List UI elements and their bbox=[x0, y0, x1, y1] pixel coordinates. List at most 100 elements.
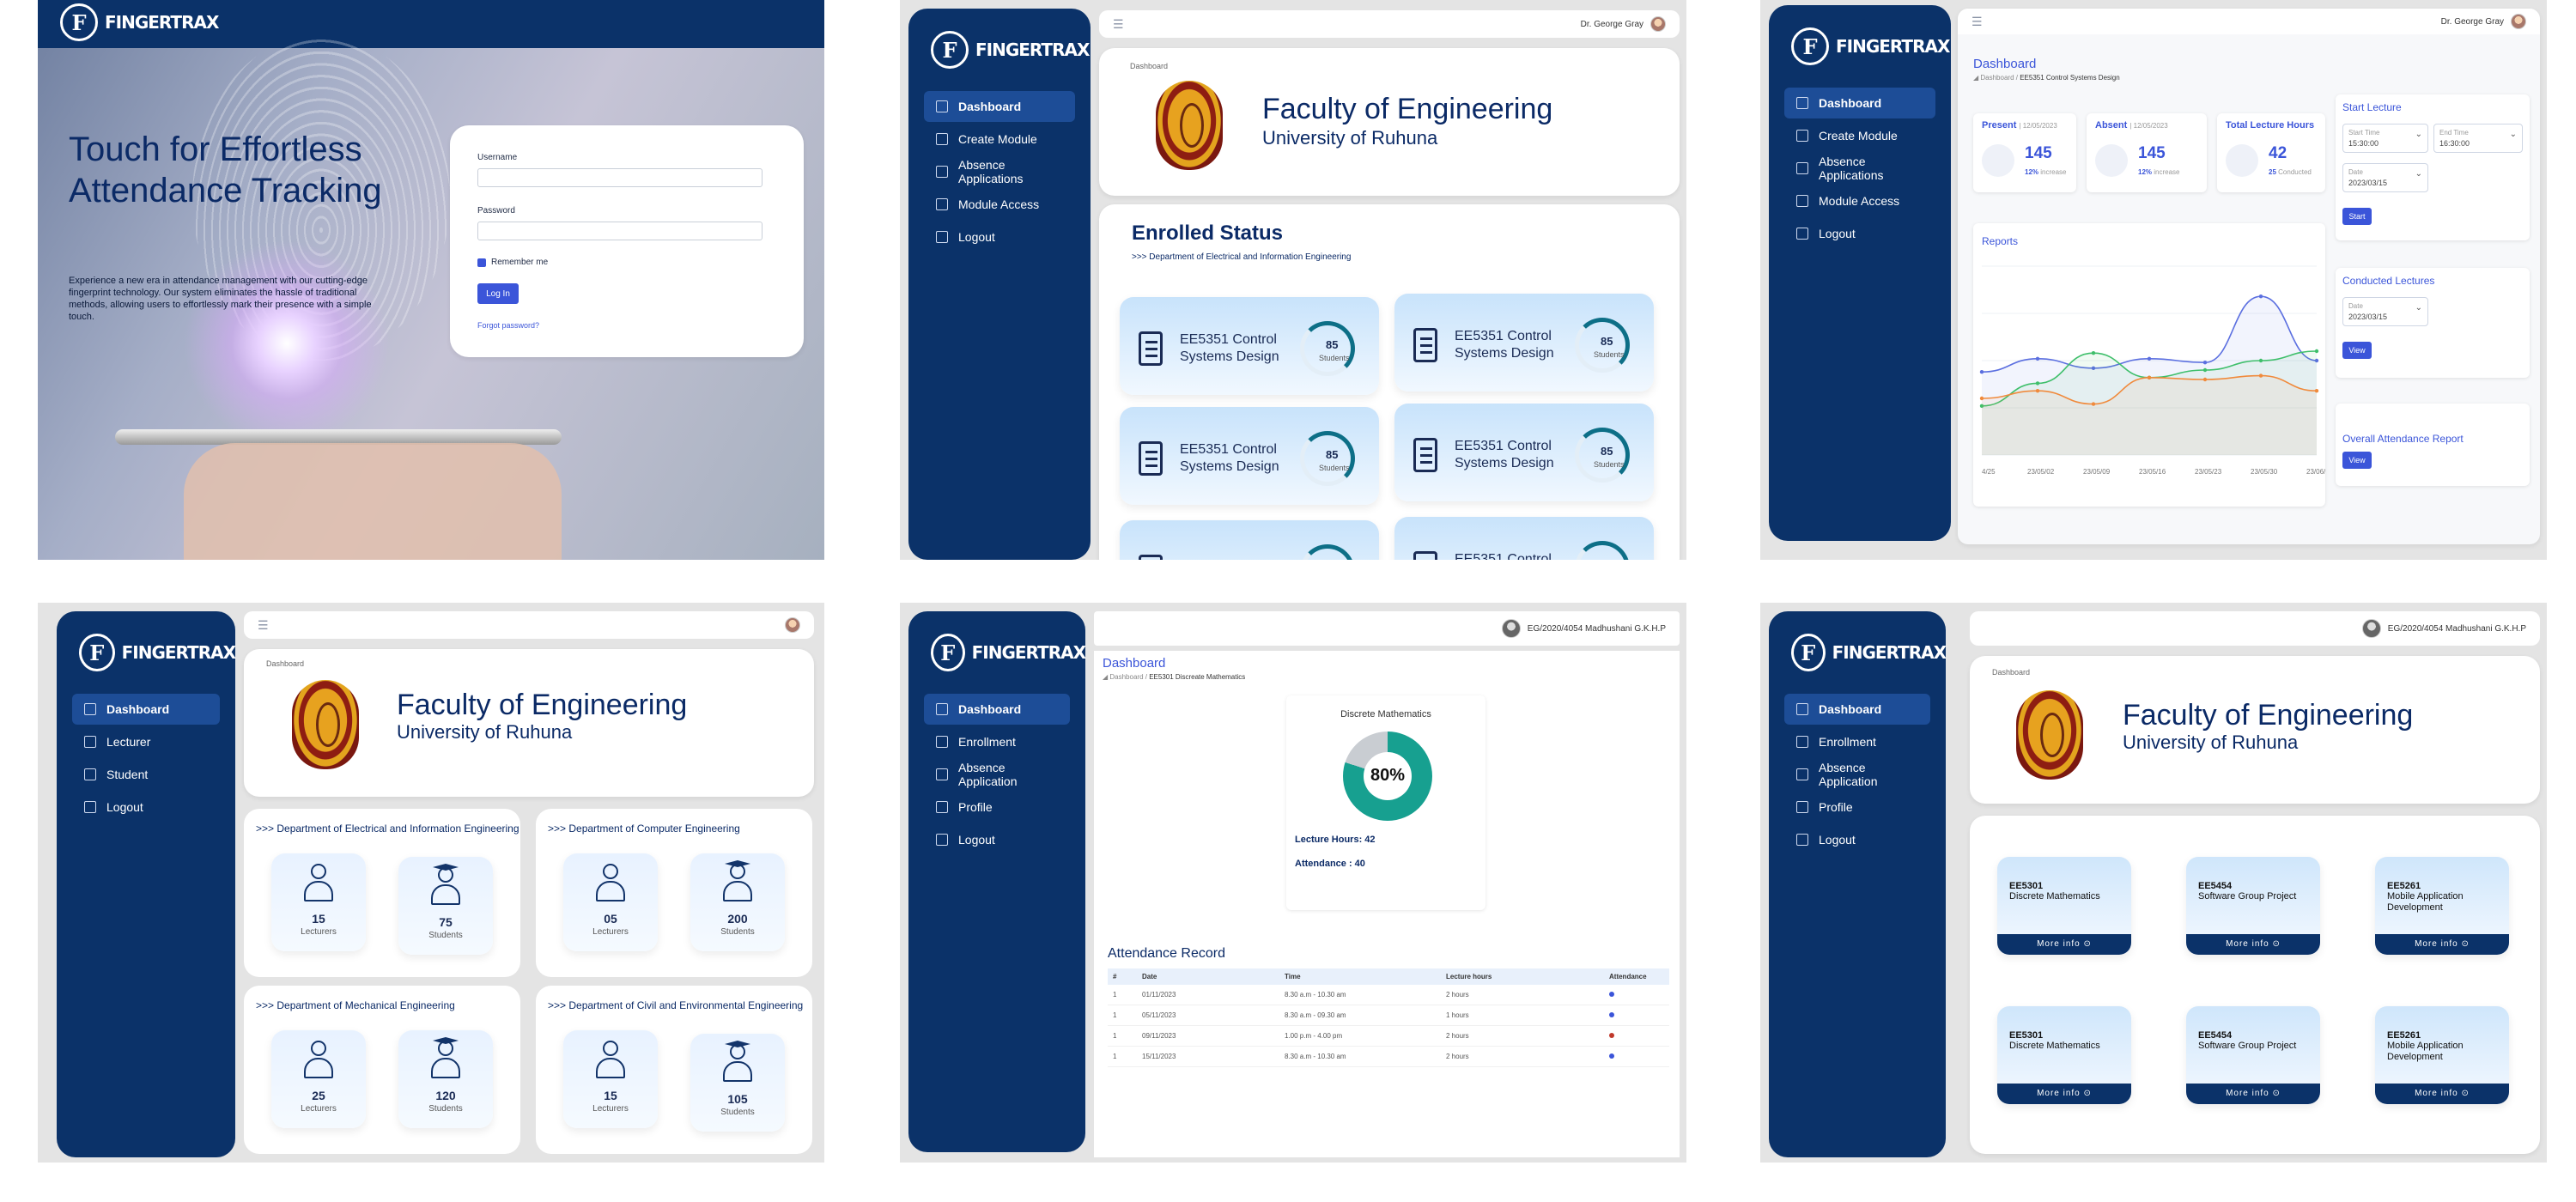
more-info-button[interactable]: More info ⊙ bbox=[2186, 934, 2320, 955]
page-title: Dashboard bbox=[1103, 656, 1166, 671]
remember-checkbox[interactable] bbox=[477, 258, 486, 267]
stat-label: Absent | 12/05/2023 bbox=[2095, 120, 2168, 131]
enrolled-department: >>> Department of Electrical and Informa… bbox=[1132, 252, 1352, 262]
sidebar-item-module-access[interactable]: Module Access bbox=[924, 189, 1075, 220]
x-tick-label: 23/05/02 bbox=[2027, 468, 2055, 476]
column-header: Attendance bbox=[1604, 968, 1669, 985]
module-code: EE5301 bbox=[2009, 881, 2044, 891]
breadcrumb-root[interactable]: Dashboard / bbox=[1109, 673, 1147, 681]
menu-icon[interactable]: ☰ bbox=[1971, 15, 1983, 29]
sidebar-item-absence-application[interactable]: Absence Application bbox=[924, 759, 1070, 790]
faculty-banner: Dashboard Faculty of Engineering Univers… bbox=[1970, 656, 2540, 804]
conducted-date-select[interactable]: Date 2023/03/15 bbox=[2342, 297, 2428, 326]
sidebar-item-profile[interactable]: Profile bbox=[924, 792, 1070, 823]
table-cell: 1 bbox=[1108, 1005, 1137, 1026]
sidebar-item-dashboard[interactable]: Dashboard bbox=[924, 694, 1070, 725]
sidebar-item-absence-applications[interactable]: Absence Applications bbox=[924, 156, 1075, 187]
more-info-button[interactable]: More info ⊙ bbox=[1997, 934, 2131, 955]
more-info-button[interactable]: More info ⊙ bbox=[2186, 1084, 2320, 1104]
table-cell: 8.30 a.m - 10.30 am bbox=[1279, 985, 1441, 1005]
nav-label: Enrollment bbox=[958, 735, 1016, 749]
sidebar-item-dashboard[interactable]: Dashboard bbox=[924, 91, 1075, 122]
module-card[interactable]: EE5454 Software Group Project More info ⊙ bbox=[2186, 1006, 2320, 1104]
start-time-select[interactable]: Start Time 15:30:00 bbox=[2342, 124, 2428, 153]
sidebar-item-absence-applications[interactable]: Absence Applications bbox=[1784, 153, 1935, 184]
module-card[interactable]: EE5301 Discrete Mathematics More info ⊙ bbox=[1997, 857, 2131, 955]
sidebar-item-profile[interactable]: Profile bbox=[1784, 792, 1930, 823]
sidebar-item-student[interactable]: Student bbox=[72, 759, 220, 790]
attendance-status-dot bbox=[1609, 1033, 1614, 1038]
module-enrollment-card[interactable]: EE5351 Control Systems Design 85 Student… bbox=[1120, 407, 1379, 505]
sidebar-item-create-module[interactable]: Create Module bbox=[1784, 120, 1935, 151]
login-button[interactable]: Log In bbox=[477, 283, 519, 304]
sidebar-item-enrollment[interactable]: Enrollment bbox=[924, 726, 1070, 757]
module-enrollment-card[interactable]: EE5351 Control bbox=[1394, 517, 1654, 560]
user-menu[interactable]: Dr. George Gray bbox=[2441, 14, 2526, 29]
lecturers-tile[interactable]: 15 Lecturers bbox=[563, 1030, 658, 1128]
date-select[interactable]: Date 2023/03/15 bbox=[2342, 163, 2428, 192]
module-card[interactable]: EE5261 Mobile Application Development More… bbox=[2375, 857, 2509, 955]
user-menu[interactable]: Dr. George Gray bbox=[1581, 16, 1666, 32]
menu-icon[interactable]: ☰ bbox=[1113, 17, 1124, 32]
username-input[interactable] bbox=[477, 168, 762, 187]
module-enrollment-card[interactable]: EE5351 Control Systems Design 85 Student… bbox=[1394, 404, 1654, 501]
sidebar-item-logout[interactable]: Logout bbox=[924, 824, 1070, 855]
students-tile[interactable]: 105 Students bbox=[690, 1034, 785, 1132]
password-input[interactable] bbox=[477, 222, 762, 240]
students-tile[interactable]: 200 Students bbox=[690, 853, 785, 951]
enrolled-title: Enrolled Status bbox=[1132, 222, 1284, 245]
avatar[interactable] bbox=[785, 617, 800, 633]
modules-panel: EE5301 Discrete Mathematics More info ⊙ EE5… bbox=[1970, 816, 2540, 1154]
user-name: Dr. George Gray bbox=[2440, 16, 2504, 27]
more-info-button[interactable]: More info ⊙ bbox=[2375, 934, 2509, 955]
sidebar-item-dashboard[interactable]: Dashboard bbox=[1784, 88, 1935, 118]
conducted-title: Conducted Lectures bbox=[2342, 275, 2435, 287]
remember-label: Remember me bbox=[491, 258, 549, 267]
view-overall-button[interactable]: View bbox=[2342, 452, 2372, 469]
user-menu[interactable]: EG/2020/4054 Madhushani G.K.H.P bbox=[1501, 619, 1666, 638]
start-button[interactable]: Start bbox=[2342, 208, 2372, 225]
module-card[interactable]: EE5301 Discrete Mathematics More info ⊙ bbox=[1997, 1006, 2131, 1104]
module-enrollment-card[interactable] bbox=[1120, 520, 1379, 560]
student-count: 105 bbox=[727, 1092, 748, 1106]
forgot-password-link[interactable]: Forgot password? bbox=[477, 321, 539, 330]
students-tile[interactable]: 75 Students bbox=[398, 857, 493, 955]
present-label: Present bbox=[1982, 120, 2017, 131]
breadcrumb-current: EE5351 Control Systems Design bbox=[2020, 74, 2120, 82]
breadcrumb-root[interactable]: Dashboard / bbox=[1980, 74, 2018, 82]
more-info-button[interactable]: More info ⊙ bbox=[1997, 1084, 2131, 1104]
view-conducted-button[interactable]: View bbox=[2342, 342, 2372, 359]
dashboard-icon bbox=[1796, 703, 1808, 715]
sidebar-item-logout[interactable]: Logout bbox=[72, 792, 220, 823]
sidebar-item-absence-application[interactable]: Absence Application bbox=[1784, 759, 1930, 790]
user-menu[interactable]: EG/2020/4054 Madhushani G.K.H.P bbox=[2361, 619, 2526, 638]
data-point bbox=[2147, 356, 2152, 361]
module-card[interactable]: EE5261 Mobile Application Development More… bbox=[2375, 1006, 2509, 1104]
sidebar-item-create-module[interactable]: Create Module bbox=[924, 124, 1075, 155]
sidebar-item-enrollment[interactable]: Enrollment bbox=[1784, 726, 1930, 757]
student-label: Students bbox=[428, 931, 463, 940]
sidebar-item-dashboard[interactable]: Dashboard bbox=[1784, 694, 1930, 725]
lecturers-tile[interactable]: 15 Lecturers bbox=[271, 853, 366, 951]
sidebar-item-lecturer[interactable]: Lecturer bbox=[72, 726, 220, 757]
lecturers-tile[interactable]: 05 Lecturers bbox=[563, 853, 658, 951]
sidebar-nav: Dashboard Enrollment Absence Application… bbox=[1769, 694, 1946, 855]
document-icon bbox=[1413, 438, 1437, 472]
end-time-select[interactable]: End Time 16:30:00 bbox=[2433, 124, 2523, 153]
module-code: EE5454 bbox=[2198, 881, 2233, 891]
book-icon bbox=[1796, 130, 1808, 142]
data-point bbox=[2258, 294, 2263, 299]
module-enrollment-card[interactable]: EE5351 Control Systems Design 85 Student… bbox=[1394, 294, 1654, 392]
sidebar-item-logout[interactable]: Logout bbox=[1784, 824, 1930, 855]
more-info-button[interactable]: More info ⊙ bbox=[2375, 1084, 2509, 1104]
graduate-icon bbox=[723, 1041, 752, 1084]
lecturers-tile[interactable]: 25 Lecturers bbox=[271, 1030, 366, 1128]
module-enrollment-card[interactable]: EE5351 Control Systems Design 85 Student… bbox=[1120, 297, 1379, 395]
menu-icon[interactable]: ☰ bbox=[258, 618, 269, 633]
module-card[interactable]: EE5454 Software Group Project More info ⊙ bbox=[2186, 857, 2320, 955]
sidebar-item-dashboard[interactable]: Dashboard bbox=[72, 694, 220, 725]
sidebar-item-logout[interactable]: Logout bbox=[924, 222, 1075, 252]
students-tile[interactable]: 120 Students bbox=[398, 1030, 493, 1128]
sidebar-item-logout[interactable]: Logout bbox=[1784, 218, 1935, 249]
sidebar-item-module-access[interactable]: Module Access bbox=[1784, 185, 1935, 216]
